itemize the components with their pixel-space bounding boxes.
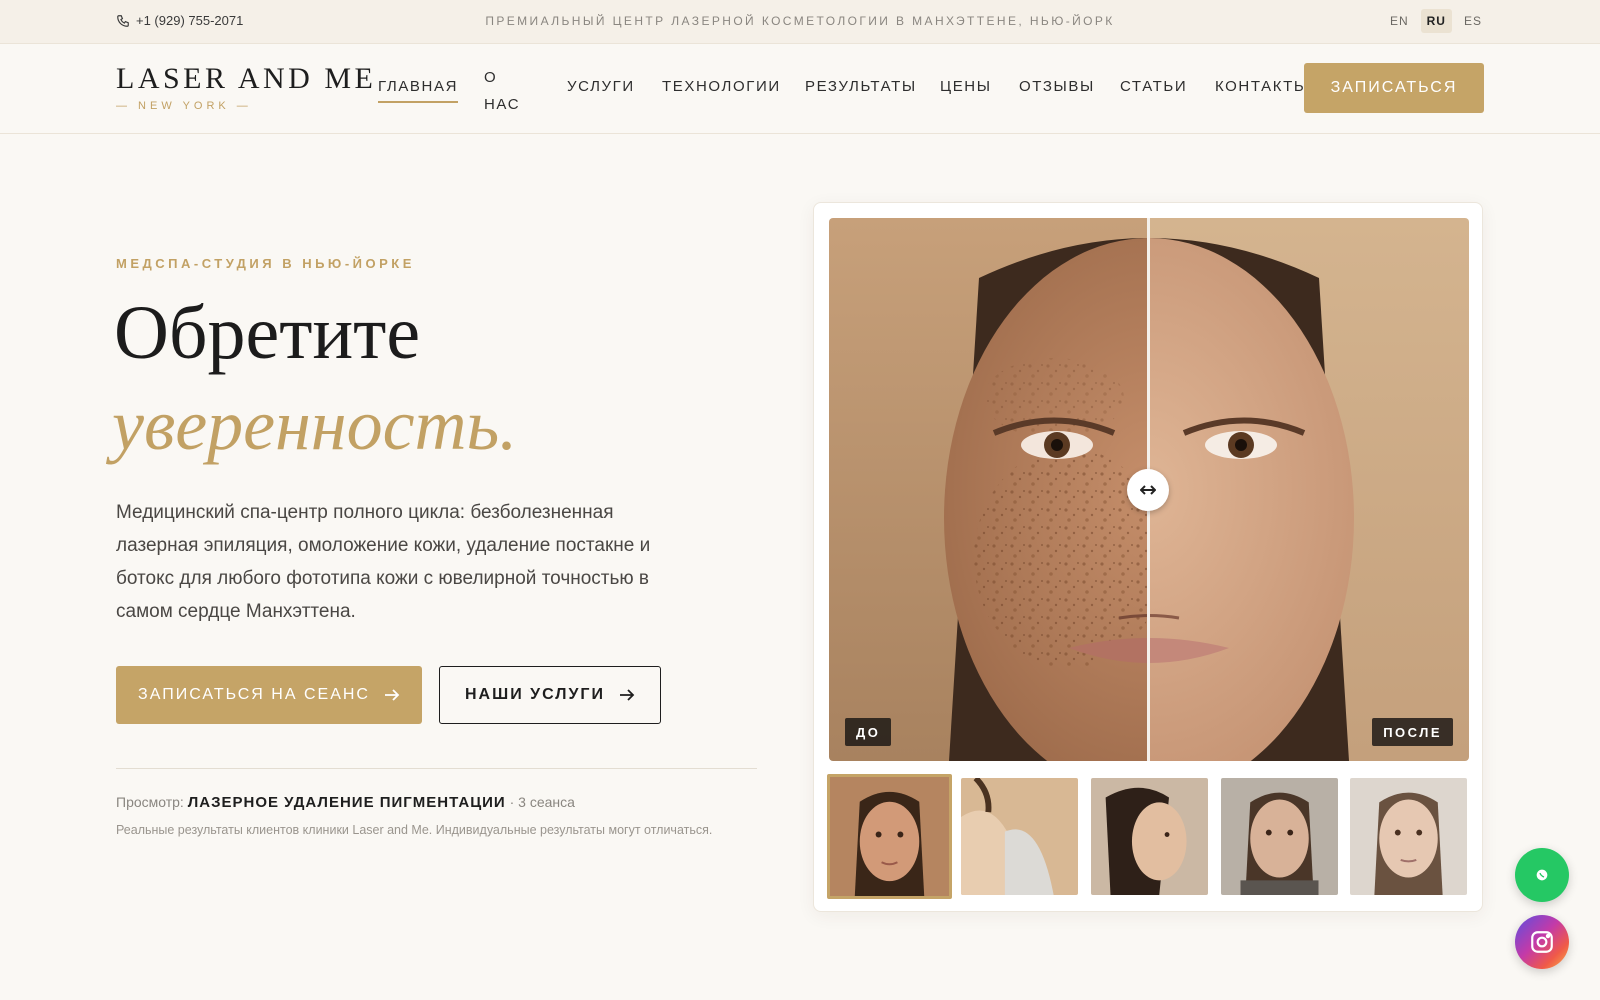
instagram-button[interactable] [1515,915,1569,969]
whatsapp-icon [1536,869,1548,881]
nav-articles[interactable]: СТАТЬИ [1120,78,1187,95]
after-label: ПОСЛЕ [1372,718,1453,746]
hero-eyebrow: МЕДСПА-СТУДИЯ В НЬЮ-ЙОРКЕ [116,256,415,271]
nav-results[interactable]: РЕЗУЛЬТАТЫ [805,78,917,95]
lang-ru[interactable]: RU [1420,9,1452,33]
nav-services[interactable]: УСЛУГИ [567,78,635,95]
hero-title-accent: уверенность. [112,385,518,465]
face-neutral-image [1221,778,1338,895]
whatsapp-button[interactable] [1515,848,1569,902]
nav-about[interactable]: О НАС [484,64,524,118]
arrow-right-icon [620,689,635,701]
before-after-slider[interactable]: ДО ПОСЛЕ [829,218,1469,761]
hero-title: Обретите [114,291,421,375]
hero-divider [116,768,757,769]
results-disclaimer: Реальные результаты клиентов клиники Las… [116,823,713,837]
thumbnail-face-front[interactable] [827,774,952,899]
viewing-prefix: Просмотр: [116,794,184,810]
thumbnail-strip [827,774,1467,900]
top-tagline: ПРЕМИАЛЬНЫЙ ЦЕНТР ЛАЗЕРНОЙ КОСМЕТОЛОГИИ … [485,14,1115,28]
thumbnail-face-profile[interactable] [1091,778,1208,895]
logo[interactable]: LASER AND ME — NEW YORK — [116,62,376,112]
viewing-treatment: ЛАЗЕРНОЕ УДАЛЕНИЕ ПИГМЕНТАЦИИ [187,794,506,811]
thumbnail-face-neutral[interactable] [1221,778,1338,895]
lang-en[interactable]: EN [1384,9,1415,33]
nav-reviews[interactable]: ОТЗЫВЫ [1019,78,1095,95]
book-button[interactable]: ЗАПИСАТЬСЯ [1304,63,1484,113]
face-soft-image [1350,778,1467,895]
face-profile-image [1091,778,1208,895]
book-session-label: ЗАПИСАТЬСЯ НА СЕАНС [138,686,370,703]
language-switcher: EN RU ES [1384,9,1488,33]
nav-home[interactable]: ГЛАВНАЯ [378,78,459,103]
lang-es[interactable]: ES [1458,9,1488,33]
top-bar: +1 (929) 755-2071 ПРЕМИАЛЬНЫЙ ЦЕНТР ЛАЗЕ… [0,0,1600,44]
face-front-image [830,777,949,896]
arrow-right-icon [384,689,400,701]
hero-lead: Медицинский спа-центр полного цикла: без… [116,502,651,622]
nav-prices[interactable]: ЦЕНЫ [940,78,992,95]
arrows-horizontal-icon [1140,485,1156,495]
logo-text: LASER AND ME [116,62,377,95]
viewing-sessions: · 3 сеанса [509,794,575,810]
viewing-caption: Просмотр: ЛАЗЕРНОЕ УДАЛЕНИЕ ПИГМЕНТАЦИИ … [116,794,575,811]
logo-subtitle: — NEW YORK — [116,100,252,112]
instagram-icon [1531,931,1553,953]
nav-contacts[interactable]: КОНТАКТЫ [1215,78,1309,95]
slider-handle[interactable] [1127,469,1169,511]
our-services-button[interactable]: НАШИ УСЛУГИ [439,666,661,724]
our-services-label: НАШИ УСЛУГИ [465,686,605,703]
thumbnail-face-soft[interactable] [1350,778,1467,895]
nav-technologies[interactable]: ТЕХНОЛОГИИ [662,78,781,95]
book-session-button[interactable]: ЗАПИСАТЬСЯ НА СЕАНС [116,666,422,724]
before-label: ДО [845,718,892,746]
thumbnail-underarm[interactable] [961,778,1078,895]
main-header: LASER AND ME — NEW YORK — ГЛАВНАЯ О НАС … [0,44,1600,134]
underarm-image [961,778,1078,895]
